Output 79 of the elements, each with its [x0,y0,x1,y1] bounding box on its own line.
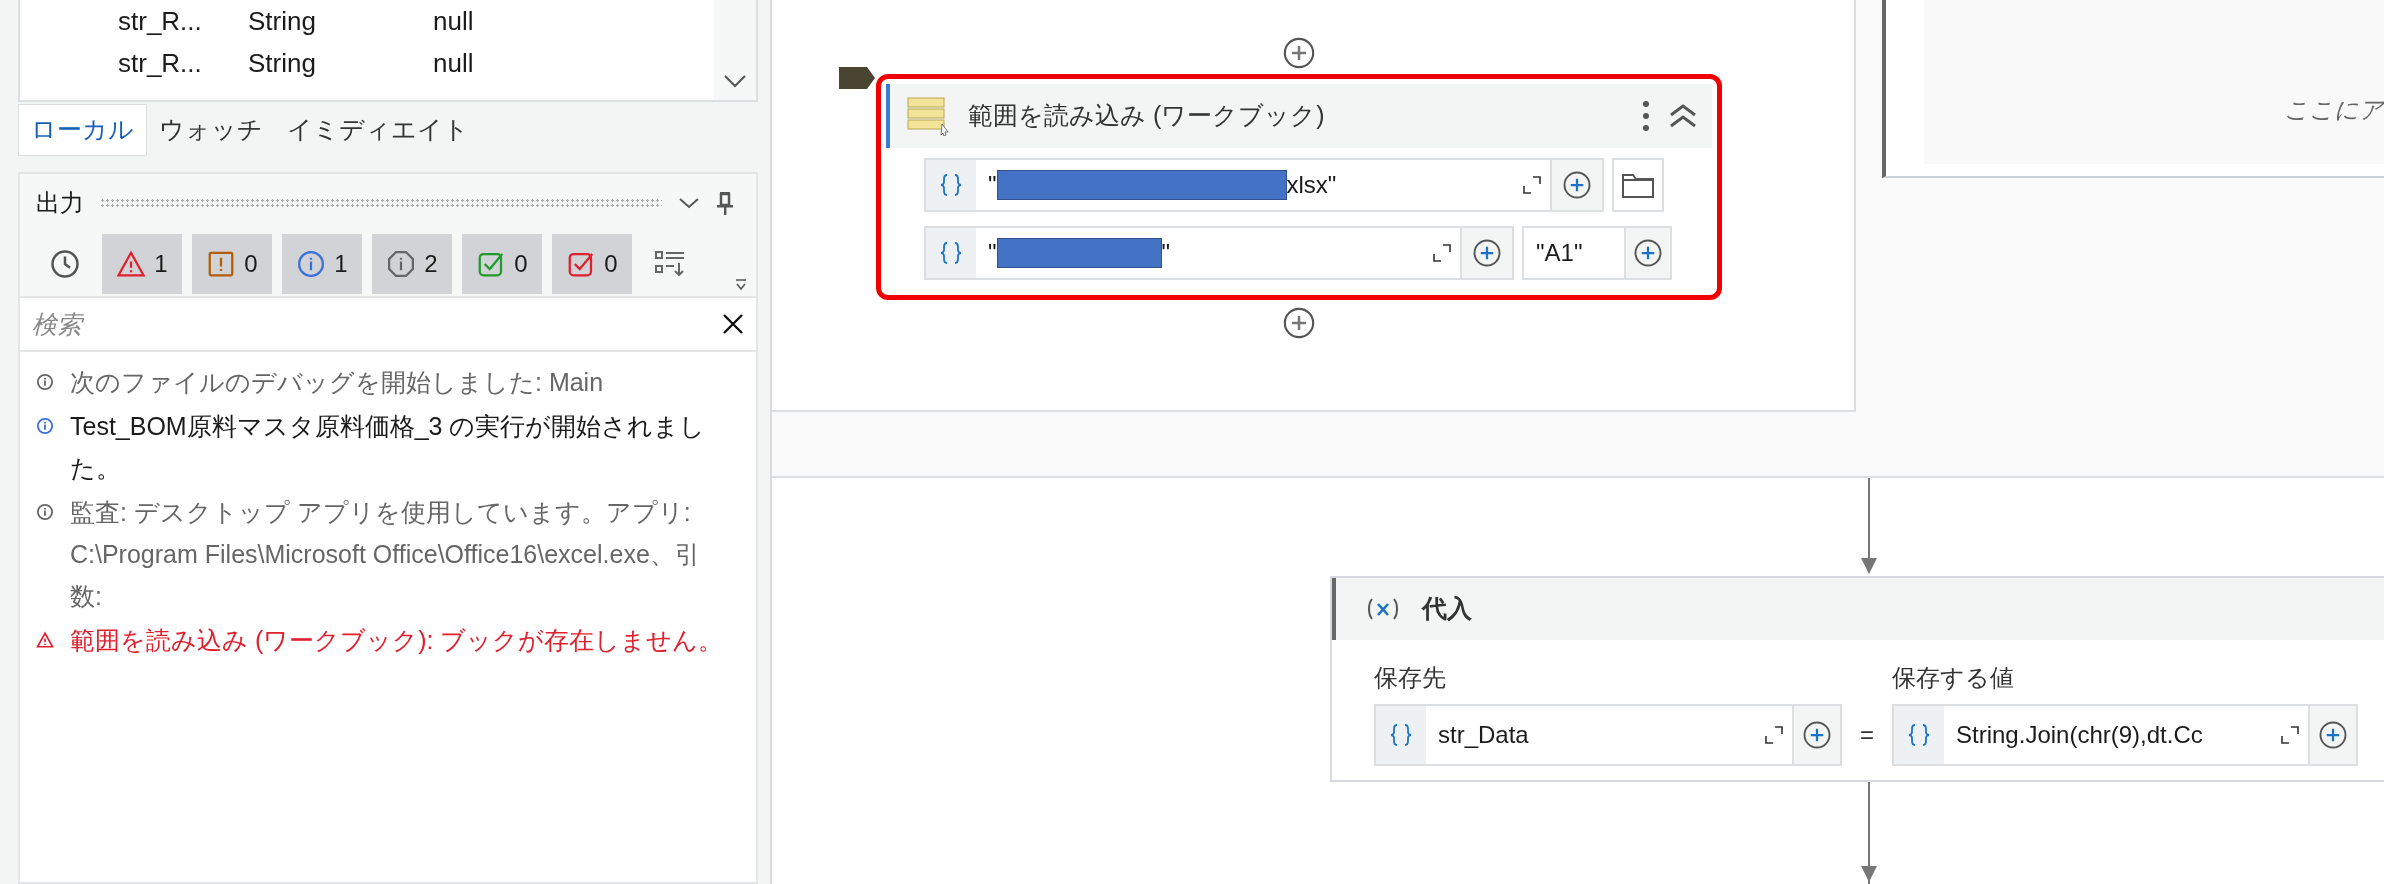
add-icon [1282,306,1316,340]
panel-tab[interactable]: ウォッチ [147,104,275,156]
add-variable-button[interactable] [1550,160,1602,210]
log-filter-button[interactable]: 1 [102,234,182,294]
add-icon [1633,238,1663,268]
field-label: 保存先 [1374,663,1447,693]
expression-field[interactable]: str_Data [1374,704,1842,766]
log-filter-button[interactable]: 1 [282,234,362,294]
log-message: 監査: デスクトップ アプリを使用しています。アプリ: C:\Program Files\Microsoft Office\Office16\excel.exe、引数: [70,497,701,612]
add-icon [1282,36,1316,70]
add-icon [1472,238,1502,268]
activity-card[interactable]: 代入 保存先 str_Data = 保存する値 String.Join(chr(9),dt.Cc [1330,576,2384,782]
expression-icon [1894,706,1944,764]
table-cell-text: null [433,46,474,80]
add-variable-button[interactable] [2308,706,2356,764]
expand-icon[interactable] [1432,243,1452,263]
expand-icon[interactable] [1764,725,1784,745]
breakpoint-marker-icon[interactable] [839,67,875,89]
field-value: " [1161,238,1171,268]
pin-icon[interactable] [716,190,734,216]
table-cell-text: str_R... [118,4,203,38]
add-icon [2318,720,2348,750]
expression-field[interactable]: " xlsx" [924,158,1604,212]
table-cell-text: String [248,4,317,38]
close-icon[interactable] [722,313,744,335]
activity-title: 範囲を読み込み (ワークブック) [968,100,1326,132]
folder-icon [1621,171,1655,199]
table-cell-text: String [248,46,317,80]
expand-icon[interactable] [1522,175,1542,195]
field-value: String.Join(chr(9),dt.Cc [1955,720,2204,750]
expand-icon[interactable] [2280,725,2300,745]
field-value: " [988,238,997,268]
chevron-down-icon[interactable] [723,74,747,88]
clock-icon[interactable] [50,249,80,279]
panel-title: 出力 [36,188,84,218]
panel-tab[interactable]: ローカル [18,104,147,156]
log-message: 次のファイルのデバッグを開始しました: Main [70,367,604,398]
info-icon [296,249,327,279]
excel-range-icon [906,96,950,136]
log-filter-button[interactable]: 0 [462,234,542,294]
log-filter-button[interactable]: 0 [192,234,272,294]
more-options-icon[interactable] [1642,100,1650,132]
log-message: 範囲を読み込み (ワークブック): ブックが存在しません。 [70,625,724,656]
add-variable-button[interactable] [1460,228,1512,278]
field-value: str_Data [1437,720,1530,750]
equals-sign: = [1860,720,1874,750]
add-icon [1562,170,1592,200]
expression-field[interactable]: " " [924,226,1514,280]
drag-grip[interactable] [100,198,662,208]
info-icon [36,503,54,521]
add-icon [1802,720,1832,750]
expression-field[interactable]: String.Join(chr(9),dt.Cc [1892,704,2358,766]
add-variable-button[interactable] [1792,706,1840,764]
log-filter-button[interactable]: 2 [372,234,452,294]
info-icon [36,373,54,391]
expression-icon [1376,706,1426,764]
field-label: 保存する値 [1892,663,2015,693]
expression-icon [926,160,976,210]
info-octagon-icon [386,249,417,279]
variable-icon [1366,597,1400,621]
chevron-down-icon[interactable] [678,197,700,209]
expression-icon [926,228,976,278]
overflow-icon[interactable] [734,278,748,292]
log-filter-button[interactable]: 0 [552,234,632,294]
field-value: " [988,170,997,200]
table-cell-text: null [433,4,474,38]
log-message: Test_BOM原料マスタ原料価格_3 の実行が開始されました。 [70,411,707,484]
collapse-icon[interactable] [1668,103,1698,129]
range-field[interactable]: "A1" [1522,226,1672,280]
activity-title: 代入 [1422,593,1472,625]
info-icon [36,417,54,435]
warning-triangle-icon [36,631,54,649]
search-field[interactable]: 検索 [18,296,758,352]
panel-tab[interactable]: イミディエイト [275,104,481,156]
warning-triangle-icon [116,249,147,279]
add-variable-button[interactable] [1624,228,1670,278]
browse-folder-button[interactable] [1612,158,1664,212]
table-cell-text: str_R... [118,46,203,80]
field-value: xlsx" [1286,170,1337,200]
